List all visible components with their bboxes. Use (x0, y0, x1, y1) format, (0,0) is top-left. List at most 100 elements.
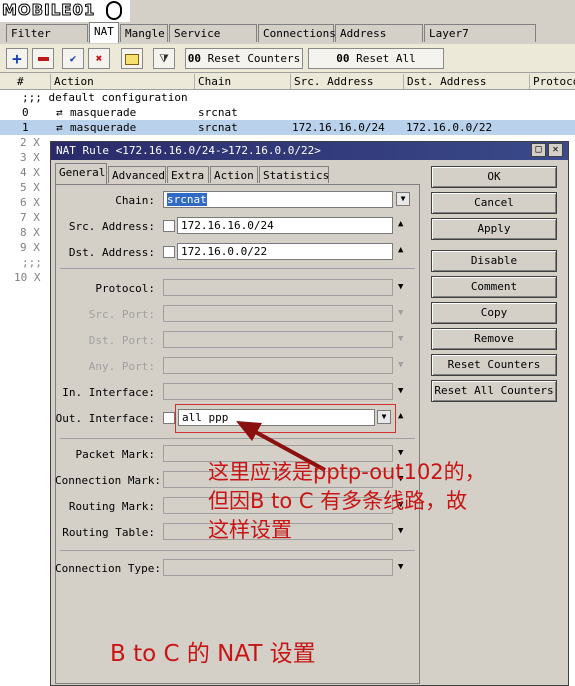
close-icon[interactable]: ✕ (548, 143, 563, 157)
enable-check-icon[interactable]: ✔ (62, 48, 84, 69)
reset-all-counters-button[interactable]: 00 Reset All Counters (308, 48, 444, 84)
out-interface-dropdown-icon[interactable]: ▼ (377, 410, 391, 424)
expand-down-icon: ▼ (398, 334, 404, 344)
remove-icon[interactable] (32, 48, 54, 69)
row-num: 6 X (20, 196, 40, 209)
remove-button[interactable]: Remove (431, 328, 557, 350)
chain-select[interactable]: srcnat (163, 191, 393, 208)
col-protocol[interactable]: Protoco (529, 74, 575, 89)
comment-button[interactable]: Comment (431, 276, 557, 298)
col-dst-address[interactable]: Dst. Address (403, 74, 529, 89)
dialog-tab-general[interactable]: General (55, 163, 107, 184)
chain-value: srcnat (167, 193, 207, 206)
table-row-selected[interactable]: 1 ⇄ masquerade srcnat 172.16.16.0/24 172… (0, 120, 575, 135)
annotation-line-3: 这样设置 (208, 518, 292, 542)
expand-down-icon: ▼ (398, 308, 404, 318)
dst-port-field (163, 331, 393, 348)
dst-address-field[interactable]: 172.16.0.0/22 (177, 243, 393, 260)
comment-row[interactable]: ;;; default configuration (0, 90, 575, 105)
tab-address-lists[interactable]: Address Lists (335, 24, 423, 58)
chain-label: Chain: (115, 194, 155, 207)
in-interface-select[interactable] (163, 383, 393, 400)
apply-button[interactable]: Apply (431, 218, 557, 240)
row-num: 5 X (20, 181, 40, 194)
row-src: 172.16.16.0/24 (292, 121, 385, 134)
collapse-up-icon[interactable]: ▲ (398, 219, 403, 229)
cancel-button[interactable]: Cancel (431, 192, 557, 214)
collapse-up-icon[interactable]: ▲ (398, 411, 403, 421)
dst-address-not-checkbox[interactable] (163, 246, 175, 258)
col-chain[interactable]: Chain (194, 74, 290, 89)
col-num[interactable]: # (0, 74, 50, 89)
out-interface-label: Out. Interface: (55, 412, 155, 425)
disable-x-icon[interactable]: ✖ (88, 48, 110, 69)
ok-button[interactable]: OK (431, 166, 557, 188)
maximize-icon[interactable]: □ (531, 143, 546, 157)
row-num: 4 X (20, 166, 40, 179)
tab-connections[interactable]: Connections (258, 24, 336, 42)
comment-note-icon[interactable] (121, 48, 143, 69)
packet-mark-label: Packet Mark: (75, 448, 155, 461)
dialog-tab-statistics[interactable]: Statistics (259, 166, 329, 183)
table-row[interactable]: 0 ⇄ masquerade srcnat (0, 105, 575, 120)
reset-counters-dialog-button[interactable]: Reset Counters (431, 354, 557, 376)
counter-prefix: 00 (187, 52, 201, 65)
filter-funnel-icon[interactable]: ⧩ (153, 48, 175, 69)
row-num: 8 X (20, 226, 40, 239)
src-port-label: Src. Port: (88, 308, 155, 321)
row-num: 1 (22, 121, 29, 134)
protocol-label: Protocol: (95, 282, 155, 295)
expand-down-icon[interactable]: ▼ (398, 448, 403, 458)
dialog-title[interactable]: NAT Rule <172.16.16.0/24->172.16.0.0/22> (51, 142, 568, 160)
dialog-tab-action[interactable]: Action (210, 166, 258, 183)
row-num: ;;; (22, 256, 42, 269)
expand-down-icon[interactable]: ▼ (398, 562, 403, 572)
src-address-not-checkbox[interactable] (163, 220, 175, 232)
masquerade-icon: ⇄ (56, 121, 63, 134)
row-num: 7 X (20, 211, 40, 224)
expand-down-icon[interactable]: ▼ (398, 386, 403, 396)
src-address-field[interactable]: 172.16.16.0/24 (177, 217, 393, 234)
dialog-tab-advanced[interactable]: Advanced (108, 166, 166, 183)
in-interface-label: In. Interface: (62, 386, 155, 399)
row-chain: srcnat (198, 121, 238, 134)
counter-prefix-all: 00 (336, 52, 350, 65)
row-chain: srcnat (198, 106, 238, 119)
collapse-up-icon[interactable]: ▲ (398, 245, 403, 255)
annotation-line-2: 但因B to C 有多条线路，故 (208, 489, 468, 513)
tab-layer7-protocols[interactable]: Layer7 Protocols (424, 24, 536, 58)
tab-filter-rules[interactable]: Filter Rules (6, 24, 88, 58)
any-port-label: Any. Port: (88, 360, 155, 373)
row-dst: 172.16.0.0/22 (406, 121, 493, 134)
tab-service-ports[interactable]: Service Ports (169, 24, 257, 58)
comment-text: ;;; default configuration (22, 91, 188, 104)
chain-dropdown-icon[interactable]: ▼ (396, 192, 410, 206)
dst-port-label: Dst. Port: (88, 334, 155, 347)
tab-nat[interactable]: NAT (89, 22, 119, 43)
disable-button[interactable]: Disable (431, 250, 557, 272)
row-num: 2 X (20, 136, 40, 149)
connection-type-label: Connection Type: (55, 562, 161, 575)
out-interface-not-checkbox[interactable] (163, 412, 175, 424)
connection-type-select[interactable] (163, 559, 393, 576)
reset-all-counters-dialog-button[interactable]: Reset All Counters (431, 380, 557, 402)
reset-counters-button[interactable]: 00 Reset Counters (185, 48, 303, 69)
col-src-address[interactable]: Src. Address (290, 74, 403, 89)
dialog-tab-extra[interactable]: Extra (167, 166, 209, 183)
separator (60, 550, 415, 551)
tab-mangle[interactable]: Mangle (120, 24, 168, 42)
src-port-field (163, 305, 393, 322)
row-action: masquerade (70, 121, 137, 134)
copy-button[interactable]: Copy (431, 302, 557, 324)
connection-mark-label: Connection Mark: (55, 474, 161, 487)
expand-down-icon[interactable]: ▼ (398, 282, 403, 292)
row-num: 10 X (14, 271, 41, 284)
logo: MOBILE01 (1, 1, 96, 20)
col-action[interactable]: Action (50, 74, 194, 89)
row-action: masquerade (70, 106, 137, 119)
row-num: 3 X (20, 151, 40, 164)
protocol-select[interactable] (163, 279, 393, 296)
annotation-line-1: 这里应该是pptp-out102的， (208, 460, 486, 484)
row-num: 0 (22, 106, 29, 119)
add-icon[interactable]: + (6, 48, 28, 69)
